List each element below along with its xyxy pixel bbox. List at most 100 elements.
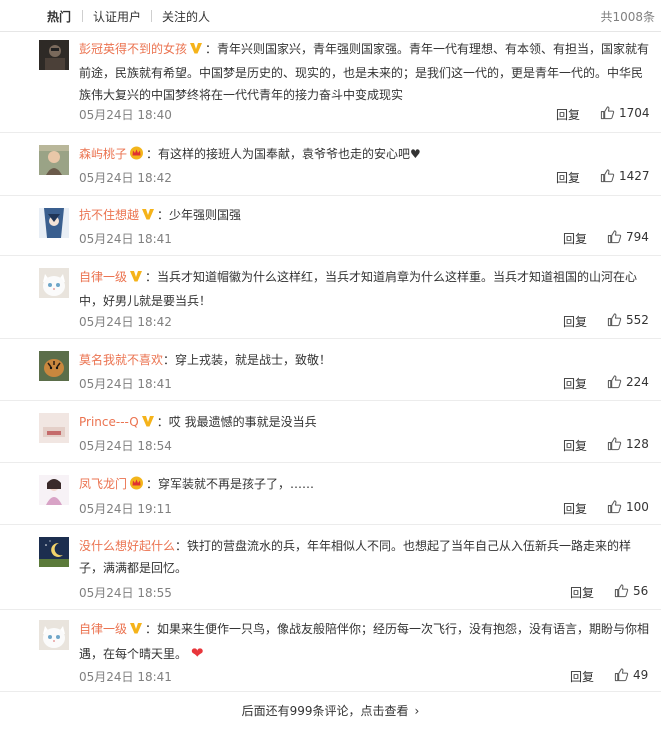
comment-timestamp: 05月24日 18:41 xyxy=(79,377,172,391)
like-button[interactable]: 1704 xyxy=(600,105,650,120)
tab-verified[interactable]: 认证用户 xyxy=(93,8,141,25)
reply-button[interactable]: 回复 xyxy=(556,169,580,186)
like-count: 49 xyxy=(633,667,649,682)
verified-v-icon xyxy=(129,620,143,642)
verified-v-icon xyxy=(141,413,155,435)
comment-text: ：穿军装就不再是孩子了，…… xyxy=(146,477,315,491)
like-button[interactable]: 49 xyxy=(614,667,648,682)
comment-count: 共1008条 xyxy=(600,10,655,24)
comment-timestamp: 05月24日 18:41 xyxy=(79,232,172,246)
thumbs-up-icon xyxy=(614,668,629,682)
comment-username[interactable]: 没什么想好起什么 xyxy=(79,539,175,553)
comment-body: 没什么想好起什么：铁打的营盘流水的兵，年年相似人不同。也想起了当年自己从入伍新兵… xyxy=(79,535,653,579)
thumbs-up-icon xyxy=(607,437,622,451)
reply-button[interactable]: 回复 xyxy=(556,106,580,123)
like-count: 552 xyxy=(626,312,649,327)
thumbs-up-icon xyxy=(607,375,622,389)
verified-v-icon xyxy=(189,40,203,62)
comment-username[interactable]: 莫名我就不喜欢 xyxy=(79,353,163,367)
reply-button[interactable]: 回复 xyxy=(570,584,594,601)
thumbs-up-icon xyxy=(607,230,622,244)
reply-button[interactable]: 回复 xyxy=(563,375,587,392)
like-button[interactable]: 224 xyxy=(607,374,649,389)
comment-body: 自律一级 ：当兵才知道帽徽为什么这样红，当兵才知道肩章为什么这样重。当兵才知道祖国… xyxy=(79,266,653,312)
verified-v-icon xyxy=(141,206,155,228)
comment-item: 自律一级 ：当兵才知道帽徽为什么这样红，当兵才知道肩章为什么这样重。当兵才知道祖国… xyxy=(0,256,661,339)
comment-username[interactable]: 森屿桃子 xyxy=(79,147,127,161)
comment-text: ：哎 我最遗憾的事就是没当兵 xyxy=(156,415,317,429)
avatar[interactable] xyxy=(39,620,69,650)
comment-item: 彭冠英得不到的女孩 ：青年兴则国家兴，青年强则国家强。青年一代有理想、有本领、有担… xyxy=(0,32,661,133)
comment-timestamp: 05月24日 18:41 xyxy=(79,670,172,684)
like-count: 794 xyxy=(626,229,649,244)
comment-username[interactable]: 抗不住想越 xyxy=(79,208,139,222)
thumbs-up-icon xyxy=(614,584,629,598)
heart-emoji: ❤ xyxy=(190,644,204,662)
member-crown-icon xyxy=(129,145,144,167)
comment-body: 抗不住想越 ：少年强则国强 xyxy=(79,204,653,228)
like-count: 224 xyxy=(626,374,649,389)
avatar[interactable] xyxy=(39,268,69,298)
comment-body: 凤飞龙门 ：穿军装就不再是孩子了，…… xyxy=(79,473,653,497)
view-more-label: 后面还有999条评论，点击查看 xyxy=(241,704,409,718)
reply-button[interactable]: 回复 xyxy=(563,500,587,517)
comment-item: 自律一级 ：如果来生便作一只鸟，像战友般陪伴你；经历每一次飞行，没有抱怨，没有语言… xyxy=(0,610,661,692)
comment-timestamp: 05月24日 18:54 xyxy=(79,439,172,453)
comment-tabs: 热门 认证用户 关注的人 共1008条 xyxy=(0,0,661,32)
like-count: 56 xyxy=(633,583,649,598)
comment-timestamp: 05月24日 18:55 xyxy=(79,586,172,600)
tab-hot[interactable]: 热门 xyxy=(47,8,71,25)
view-more-comments-link[interactable]: 后面还有999条评论，点击查看 › xyxy=(242,702,420,719)
comment-username[interactable]: 自律一级 xyxy=(79,270,127,284)
comment-body: 彭冠英得不到的女孩 ：青年兴则国家兴，青年强则国家强。青年一代有理想、有本领、有担… xyxy=(79,38,653,106)
tab-divider xyxy=(82,10,83,22)
verified-v-icon xyxy=(129,268,143,290)
comment-item: 森屿桃子 ：有这样的接班人为国奉献，袁爷爷也走的安心吧♥ 05月24日 18:42 回… xyxy=(0,133,661,196)
like-count: 1704 xyxy=(619,105,650,120)
like-button[interactable]: 552 xyxy=(607,312,649,327)
thumbs-up-icon xyxy=(600,169,615,183)
comment-timestamp: 05月24日 18:42 xyxy=(79,171,172,185)
like-count: 128 xyxy=(626,436,649,451)
avatar[interactable] xyxy=(39,413,69,443)
comment-body: 森屿桃子 ：有这样的接班人为国奉献，袁爷爷也走的安心吧♥ xyxy=(79,143,653,167)
like-button[interactable]: 794 xyxy=(607,229,649,244)
comment-text: ：如果来生便作一只鸟，像战友般陪伴你；经历每一次飞行，没有抱怨，没有语言，期盼与… xyxy=(79,622,650,661)
comment-item: 凤飞龙门 ：穿军装就不再是孩子了，…… 05月24日 19:11 回复 100 xyxy=(0,463,661,525)
comment-footer: 后面还有999条评论，点击查看 › xyxy=(0,692,661,732)
comment-timestamp: 05月24日 18:42 xyxy=(79,315,172,329)
avatar[interactable] xyxy=(39,145,69,175)
thumbs-up-icon xyxy=(607,500,622,514)
comment-timestamp: 05月24日 18:40 xyxy=(79,108,172,122)
thumbs-up-icon xyxy=(600,106,615,120)
comment-username[interactable]: 凤飞龙门 xyxy=(79,477,127,491)
tab-following[interactable]: 关注的人 xyxy=(162,8,210,25)
like-button[interactable]: 100 xyxy=(607,499,649,514)
like-button[interactable]: 56 xyxy=(614,583,648,598)
comment-text: ：穿上戎装，就是战士，致敬！ xyxy=(163,353,332,367)
thumbs-up-icon xyxy=(607,313,622,327)
avatar[interactable] xyxy=(39,537,69,567)
comment-item: 没什么想好起什么：铁打的营盘流水的兵，年年相似人不同。也想起了当年自己从入伍新兵… xyxy=(0,525,661,610)
comment-username[interactable]: 彭冠英得不到的女孩 xyxy=(79,42,187,56)
avatar[interactable] xyxy=(39,351,69,381)
reply-button[interactable]: 回复 xyxy=(563,230,587,247)
comment-body: 自律一级 ：如果来生便作一只鸟，像战友般陪伴你；经历每一次飞行，没有抱怨，没有语言… xyxy=(79,618,653,665)
like-button[interactable]: 1427 xyxy=(600,168,650,183)
reply-button[interactable]: 回复 xyxy=(570,668,594,685)
like-count: 1427 xyxy=(619,168,650,183)
comment-username[interactable]: 自律一级 xyxy=(79,622,127,636)
comment-username[interactable]: Prince---Q xyxy=(79,415,139,429)
avatar[interactable] xyxy=(39,475,69,505)
reply-button[interactable]: 回复 xyxy=(563,437,587,454)
chevron-right-icon: › xyxy=(414,704,420,718)
comment-text: ：少年强则国强 xyxy=(157,208,242,222)
comment-item: 莫名我就不喜欢：穿上戎装，就是战士，致敬！ 05月24日 18:41 回复 224 xyxy=(0,339,661,401)
avatar[interactable] xyxy=(39,40,69,70)
like-button[interactable]: 128 xyxy=(607,436,649,451)
avatar[interactable] xyxy=(39,208,69,238)
reply-button[interactable]: 回复 xyxy=(563,313,587,330)
comment-timestamp: 05月24日 19:11 xyxy=(79,502,172,516)
tab-divider xyxy=(151,10,152,22)
like-count: 100 xyxy=(626,499,649,514)
